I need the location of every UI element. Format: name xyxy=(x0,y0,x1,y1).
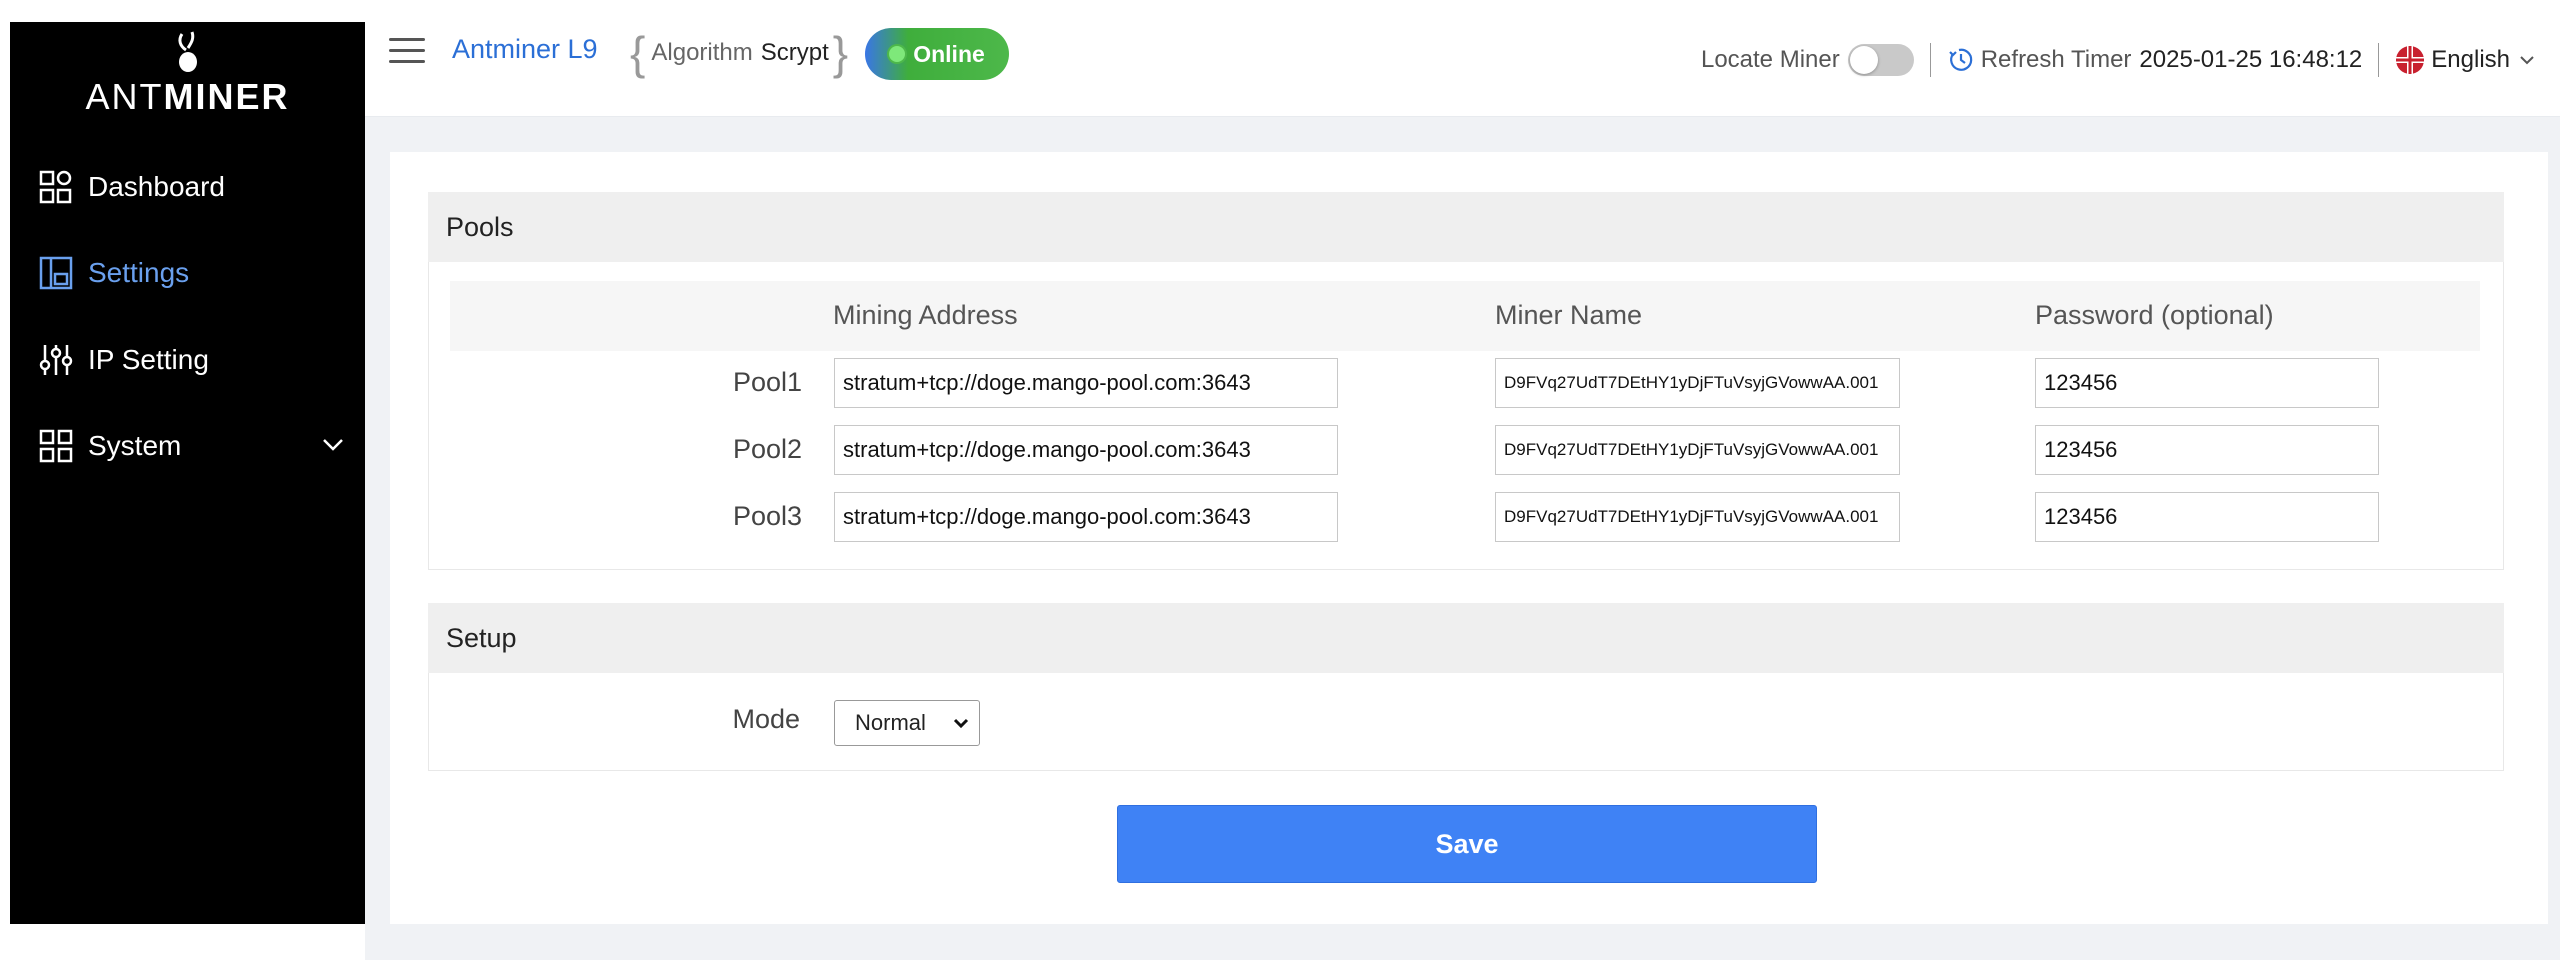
status-text: Online xyxy=(913,40,985,67)
sidebar-item-dashboard[interactable]: Dashboard xyxy=(36,162,346,212)
miner-model: Antminer L9 xyxy=(452,34,598,64)
sidebar-item-label: System xyxy=(88,430,182,461)
sidebar-item-label: IP Setting xyxy=(88,344,209,375)
pool3-password-input[interactable]: 123456 xyxy=(2035,492,2379,542)
refresh-timer-value: 2025-01-25 16:48:12 xyxy=(2139,46,2363,73)
system-icon xyxy=(36,426,76,466)
sidebar-item-ip-setting[interactable]: IP Setting xyxy=(36,335,346,385)
column-mining-address: Mining Address xyxy=(833,300,1018,330)
chevron-down-icon xyxy=(951,713,971,739)
brace-left: { xyxy=(630,27,646,79)
pool1-password-input[interactable]: 123456 xyxy=(2035,358,2379,408)
algorithm-value: Scrypt xyxy=(760,39,829,66)
pools-section-title: Pools xyxy=(428,192,2504,262)
pool1-address-input[interactable]: stratum+tcp://doge.mango-pool.com:3643 xyxy=(834,358,1338,408)
pool3-label: Pool3 xyxy=(732,501,802,531)
refresh-timer-icon xyxy=(1947,46,1975,74)
mode-select[interactable]: Normal xyxy=(834,700,980,746)
section-title-text: Pools xyxy=(446,211,514,242)
sliders-icon xyxy=(36,340,76,380)
pool1-miner-name-input[interactable]: D9FVq27UdT7DEtHY1yDjFTuVsyjGVowwAA.001 xyxy=(1495,358,1900,408)
antminer-ant-icon xyxy=(177,31,197,72)
sidebar-item-label: Settings xyxy=(88,257,190,288)
locate-miner-toggle[interactable] xyxy=(1847,44,1914,76)
chevron-down-icon xyxy=(320,431,346,464)
divider xyxy=(1929,43,1931,77)
pool2-password-input[interactable]: 123456 xyxy=(2035,425,2379,475)
mode-select-value: Normal xyxy=(855,710,926,735)
status-badge: Online xyxy=(865,28,1009,80)
column-password: Password (optional) xyxy=(2035,300,2274,330)
language-selector[interactable]: English xyxy=(2395,45,2536,75)
section-title-text: Setup xyxy=(446,622,517,653)
column-miner-name: Miner Name xyxy=(1495,300,1643,330)
brand-name: ANTMINER xyxy=(85,76,290,117)
dashboard-icon xyxy=(36,167,76,207)
sidebar-item-settings[interactable]: Settings xyxy=(36,248,346,298)
pool3-address-input[interactable]: stratum+tcp://doge.mango-pool.com:3643 xyxy=(834,492,1338,542)
chevron-down-icon xyxy=(2518,51,2536,69)
antminer-logo: ANTMINER xyxy=(10,30,365,140)
save-button[interactable]: Save xyxy=(1117,805,1817,883)
header-right-controls: Locate Miner Refresh Timer 2025-01-25 16… xyxy=(1701,40,2536,80)
locate-miner-label: Locate Miner xyxy=(1700,46,1840,73)
sidebar-item-label: Dashboard xyxy=(88,171,225,202)
menu-toggle-icon[interactable] xyxy=(389,38,425,68)
pool3-miner-name-input[interactable]: D9FVq27UdT7DEtHY1yDjFTuVsyjGVowwAA.001 xyxy=(1495,492,1900,542)
refresh-timer-label: Refresh Timer xyxy=(1980,46,2132,73)
globe-flag-icon xyxy=(2395,45,2425,75)
top-header: Antminer L9 { Algorithm Scrypt } Online … xyxy=(365,0,2560,117)
pool2-address-input[interactable]: stratum+tcp://doge.mango-pool.com:3643 xyxy=(834,425,1338,475)
algorithm-badge: { Algorithm Scrypt } xyxy=(630,30,848,76)
algorithm-label: Algorithm xyxy=(651,39,753,66)
pool2-miner-name-input[interactable]: D9FVq27UdT7DEtHY1yDjFTuVsyjGVowwAA.001 xyxy=(1495,425,1900,475)
language-label: English xyxy=(2431,46,2510,73)
settings-icon xyxy=(36,253,76,293)
setup-section-title: Setup xyxy=(428,603,2504,673)
mode-label: Mode xyxy=(732,704,800,734)
status-dot-icon xyxy=(889,46,906,62)
pool1-label: Pool1 xyxy=(732,367,802,397)
divider xyxy=(2378,43,2380,77)
brace-right: } xyxy=(832,27,849,79)
sidebar-item-system[interactable]: System xyxy=(36,421,346,471)
pool2-label: Pool2 xyxy=(732,434,802,464)
toggle-knob xyxy=(1849,46,1878,74)
sidebar: ANTMINER Dashboard Settings IP Setting S… xyxy=(10,22,365,924)
